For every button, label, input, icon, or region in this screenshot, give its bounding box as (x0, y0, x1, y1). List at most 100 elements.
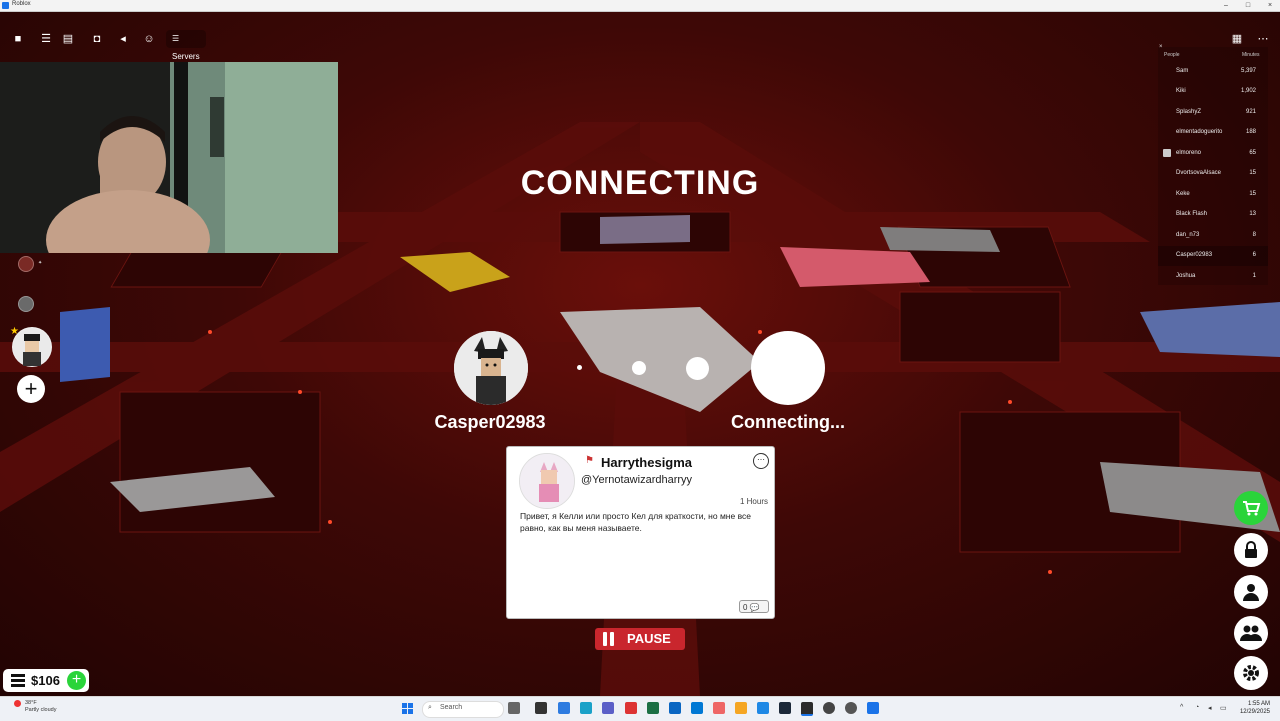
leaderboard-name: Casper02983 (1176, 252, 1213, 258)
windows-start-icon[interactable] (402, 703, 413, 714)
leaderboard-name: elmentadoguerito (1176, 129, 1223, 135)
taskbar-clock[interactable]: 1:55 AM 12/29/2025 (1240, 700, 1270, 716)
task-view-icon[interactable] (535, 702, 547, 714)
group-icon (1240, 625, 1262, 641)
taskbar-app-icon[interactable] (508, 702, 520, 714)
leaderboard-close-icon[interactable]: × (1159, 44, 1163, 50)
leaderboard-header-people: People (1164, 52, 1180, 58)
progress-dot (632, 361, 646, 375)
settings-button[interactable] (1234, 656, 1268, 690)
comment-icon: 💬 (749, 603, 760, 612)
battery-icon[interactable]: ▭ (1220, 704, 1227, 712)
tray-chevron-icon[interactable]: ^ (1180, 704, 1183, 711)
leaderboard-minutes: 8 (1252, 232, 1256, 238)
profile-handle: @Yernotawizardharryy (581, 474, 693, 486)
player-avatar-right (751, 331, 825, 405)
shop-button[interactable] (1234, 491, 1268, 525)
weather-text: Partly cloudy (25, 707, 57, 713)
window-title: Roblox (12, 1, 31, 7)
pause-label: PAUSE (627, 631, 671, 646)
leaderboard-row[interactable]: DvortsovaAlsace 15 (1158, 164, 1268, 184)
more-options-icon[interactable]: ⋯ (753, 453, 769, 469)
player-avatar-image (454, 331, 528, 405)
leaderboard-minutes: 1 (1252, 273, 1256, 279)
leaderboard-name: Black Flash (1176, 211, 1208, 217)
leaderboard-row[interactable]: SplashyZ 921 (1158, 103, 1268, 123)
lock-button[interactable] (1234, 533, 1268, 567)
leaderboard-minutes: 6 (1252, 252, 1256, 258)
reply-count: 0 (743, 603, 748, 612)
backpack-icon[interactable]: ◘ (86, 28, 108, 50)
leaderboard-row[interactable]: Black Flash 13 (1158, 205, 1268, 225)
reply-button[interactable]: 0 💬 (739, 600, 769, 613)
leaderboard-row[interactable]: dan_n73 8 (1158, 226, 1268, 246)
profile-card[interactable]: ⚑ Harrythesigma @Yernotawizardharryy ⋯ 1… (506, 446, 775, 619)
search-icon: ⌕ (428, 704, 432, 711)
network-icon[interactable]: ◔ (1195, 704, 1199, 711)
player-tag: ✦ (38, 260, 43, 266)
wallet-display: $106 + (3, 669, 89, 692)
flag-icon: ⚑ (585, 455, 594, 466)
taskbar-app-icon[interactable] (713, 702, 725, 714)
webcam-overlay (0, 62, 338, 253)
person-icon (1243, 584, 1259, 601)
leaderboard-row[interactable]: elmoreno 65 (1158, 144, 1268, 164)
add-button[interactable]: + (17, 375, 45, 403)
volume-icon[interactable]: ◂ (1208, 704, 1212, 712)
taskbar-app-icon[interactable] (558, 702, 570, 714)
leaderboard-minutes: 15 (1249, 191, 1256, 197)
player-avatar[interactable] (18, 296, 34, 312)
teams-icon[interactable] (602, 702, 614, 714)
leaderboard-row[interactable]: Keke 15 (1158, 185, 1268, 205)
servers-button[interactable]: ☰ Servers (166, 30, 206, 61)
leaderboard-name: elmoreno (1176, 150, 1202, 156)
hamburger-menu-icon[interactable]: ☰ (35, 28, 57, 50)
taskbar-app-icon[interactable] (647, 702, 659, 714)
chrome-icon[interactable] (625, 702, 637, 714)
player-avatar[interactable] (18, 256, 34, 272)
leaderboard-row[interactable]: Joshua 1 (1158, 267, 1268, 287)
taskbar-app-icon[interactable] (757, 702, 769, 714)
chat-icon[interactable]: ▤ (57, 28, 79, 50)
leaderboard-row[interactable]: Kiki 1,902 (1158, 82, 1268, 102)
steam-icon[interactable] (779, 702, 791, 714)
roblox-menu-icon[interactable]: ■ (7, 28, 29, 50)
leaderboard-name: Keke (1176, 191, 1190, 197)
leaderboard-minutes: 15 (1249, 170, 1256, 176)
post-message: Привет, я Келли или просто Кел для кратк… (520, 511, 751, 533)
player-name-left: Casper02983 (434, 412, 546, 432)
maximize-icon[interactable]: □ (1238, 0, 1258, 11)
outlook-icon[interactable] (691, 702, 703, 714)
weather-widget[interactable]: 38°F Partly cloudy (14, 700, 57, 714)
leaderboard-minutes: 921 (1245, 109, 1256, 115)
gear-icon (1243, 665, 1259, 681)
pause-icon (603, 632, 615, 646)
friend-icon (1163, 149, 1171, 157)
taskbar-app-icon[interactable] (867, 702, 879, 714)
obs-icon[interactable] (823, 702, 835, 714)
leaderboard-row[interactable]: Sam 5,397 (1158, 62, 1268, 82)
leaderboard-name: Joshua (1176, 273, 1196, 279)
avatar-button[interactable] (1234, 575, 1268, 609)
friends-button[interactable] (1234, 616, 1268, 650)
clock-date: 12/29/2025 (1239, 709, 1270, 715)
emote-icon[interactable]: ☺ (138, 28, 160, 50)
taskbar-app-icon[interactable] (845, 702, 857, 714)
leaderboard-minutes: 188 (1245, 129, 1256, 135)
edge-icon[interactable] (580, 702, 592, 714)
pause-button[interactable]: PAUSE (595, 628, 685, 650)
voice-icon[interactable]: ◂ (112, 28, 134, 50)
leaderboard-name: Kiki (1176, 88, 1186, 94)
leaderboard-row[interactable]: elmentadoguerito 188 (1158, 123, 1268, 143)
leaderboard-name: SplashyZ (1176, 109, 1202, 115)
roblox-taskbar-icon[interactable] (801, 702, 813, 716)
add-money-button[interactable]: + (67, 671, 86, 690)
taskbar-search[interactable]: ⌕ Search (422, 701, 504, 718)
taskbar-app-icon[interactable] (735, 702, 747, 714)
minimize-icon[interactable]: – (1216, 0, 1236, 11)
profile-picture (519, 453, 575, 509)
taskbar-app-icon[interactable] (669, 702, 681, 714)
leaderboard-minutes: 1,902 (1240, 88, 1256, 94)
close-icon[interactable]: × (1260, 0, 1280, 11)
leaderboard-row-self[interactable]: Casper02983 6 (1158, 246, 1268, 266)
